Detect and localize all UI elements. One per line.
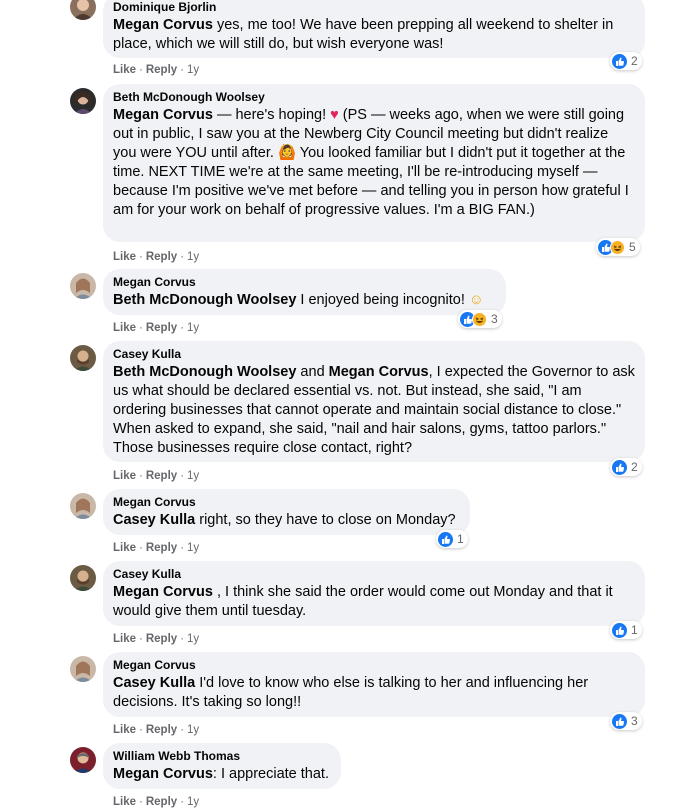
comment-text: Casey Kulla I'd love to know who else is…	[113, 675, 589, 710]
avatar[interactable]	[70, 747, 96, 773]
mention-tag[interactable]: Casey Kulla	[113, 675, 195, 691]
comment-author[interactable]: Dominique Bjorlin	[113, 0, 635, 15]
reply-button[interactable]: Reply	[146, 542, 177, 554]
reaction-count: 3	[491, 312, 498, 326]
comment-timestamp[interactable]: 1y	[187, 796, 199, 808]
comment-actions: Like · Reply · 1y	[113, 251, 200, 263]
reaction-summary[interactable]: 3	[610, 712, 642, 730]
reaction-count: 3	[631, 714, 638, 728]
comment-text: Beth McDonough Woolsey I enjoyed being i…	[113, 292, 484, 308]
avatar[interactable]	[70, 0, 96, 20]
mention-tag[interactable]: Megan Corvus	[113, 107, 213, 123]
comment-timestamp[interactable]: 1y	[187, 724, 199, 736]
reaction-summary[interactable]: 1	[436, 530, 468, 548]
reaction-count: 5	[629, 240, 636, 254]
comment-author[interactable]: Megan Corvus	[113, 275, 496, 290]
comment-actions: Like · Reply · 1y	[113, 322, 200, 334]
comment-bubble: Megan Corvus Casey Kulla I'd love to kno…	[103, 652, 645, 717]
like-button[interactable]: Like	[113, 251, 136, 263]
heart-emoji: ♥	[330, 107, 339, 123]
comment-bubble: Megan Corvus Casey Kulla right, so they …	[103, 489, 470, 535]
mention-tag[interactable]: Megan Corvus	[113, 584, 213, 600]
reply-button[interactable]: Reply	[146, 470, 177, 482]
mention-tag[interactable]: Megan Corvus	[113, 766, 213, 782]
mention-tag[interactable]: Beth McDonough Woolsey	[113, 364, 296, 380]
comment-timestamp[interactable]: 1y	[187, 633, 199, 645]
reply-button[interactable]: Reply	[146, 64, 177, 76]
reply-button[interactable]: Reply	[146, 796, 177, 808]
comment-author[interactable]: Megan Corvus	[113, 495, 460, 510]
comment-actions: Like · Reply · 1y	[113, 64, 200, 76]
like-icon	[612, 459, 627, 475]
smile-emoji: ☺	[468, 292, 484, 308]
comment-author[interactable]: Beth McDonough Woolsey	[113, 90, 635, 105]
like-button[interactable]: Like	[113, 724, 136, 736]
comment-author[interactable]: William Webb Thomas	[113, 749, 331, 764]
comment-bubble: Dominique Bjorlin Megan Corvus yes, me t…	[103, 0, 645, 58]
reaction-summary[interactable]: 2	[610, 458, 642, 476]
comment-actions: Like · Reply · 1y	[113, 470, 200, 482]
like-button[interactable]: Like	[113, 64, 136, 76]
comment-text: Casey Kulla right, so they have to close…	[113, 512, 456, 528]
reply-button[interactable]: Reply	[146, 322, 177, 334]
comment-text: Megan Corvus — here's hoping! ♥ (PS — we…	[113, 107, 629, 218]
comment-actions: Like · Reply · 1y	[113, 633, 200, 645]
like-button[interactable]: Like	[113, 633, 136, 645]
comment-bubble: Casey Kulla Beth McDonough Woolsey and M…	[103, 341, 645, 462]
person-gesturing-emoji: 🙆	[277, 145, 297, 161]
reply-button[interactable]: Reply	[146, 724, 177, 736]
comment-bubble: Beth McDonough Woolsey Megan Corvus — he…	[103, 84, 645, 242]
reaction-summary[interactable]: 1	[610, 621, 642, 639]
comment-timestamp[interactable]: 1y	[187, 64, 199, 76]
comment-author[interactable]: Casey Kulla	[113, 567, 635, 582]
comment-actions: Like · Reply · 1y	[113, 724, 200, 736]
like-icon	[612, 53, 627, 69]
comment-timestamp[interactable]: 1y	[187, 251, 199, 263]
reaction-summary[interactable]: 2	[610, 52, 642, 70]
comment-actions: Like · Reply · 1y	[113, 796, 200, 808]
like-button[interactable]: Like	[113, 322, 136, 334]
comment-timestamp[interactable]: 1y	[187, 542, 199, 554]
comment-actions: Like · Reply · 1y	[113, 542, 200, 554]
haha-icon	[610, 239, 625, 255]
reply-button[interactable]: Reply	[146, 633, 177, 645]
reaction-summary[interactable]: 5	[596, 238, 640, 256]
avatar[interactable]	[70, 88, 96, 114]
reaction-count: 1	[631, 623, 638, 637]
comment-bubble: Megan Corvus Beth McDonough Woolsey I en…	[103, 269, 506, 315]
haha-icon	[472, 311, 487, 327]
comment-text: Beth McDonough Woolsey and Megan Corvus,…	[113, 364, 635, 456]
mention-tag[interactable]: Beth McDonough Woolsey	[113, 292, 296, 308]
avatar[interactable]	[70, 345, 96, 371]
comment-timestamp[interactable]: 1y	[187, 470, 199, 482]
like-button[interactable]: Like	[113, 796, 136, 808]
reaction-count: 2	[631, 54, 638, 68]
comment-bubble: William Webb Thomas Megan Corvus: I appr…	[103, 743, 341, 789]
like-icon	[612, 713, 627, 729]
like-button[interactable]: Like	[113, 470, 136, 482]
avatar[interactable]	[70, 565, 96, 591]
comment-text: Megan Corvus: I appreciate that.	[113, 766, 329, 782]
reaction-count: 2	[631, 460, 638, 474]
comment-author[interactable]: Megan Corvus	[113, 658, 635, 673]
avatar[interactable]	[70, 493, 96, 519]
comment-bubble: Casey Kulla Megan Corvus , I think she s…	[103, 561, 645, 626]
avatar[interactable]	[70, 273, 96, 299]
comment-author[interactable]: Casey Kulla	[113, 347, 635, 362]
mention-tag[interactable]: Megan Corvus	[329, 364, 429, 380]
reaction-summary[interactable]: 3	[458, 310, 502, 328]
mention-tag[interactable]: Megan Corvus	[113, 17, 213, 33]
like-icon	[612, 622, 627, 638]
mention-tag[interactable]: Casey Kulla	[113, 512, 195, 528]
avatar[interactable]	[70, 656, 96, 682]
reply-button[interactable]: Reply	[146, 251, 177, 263]
like-icon	[438, 531, 453, 547]
reaction-count: 1	[457, 532, 464, 546]
comment-timestamp[interactable]: 1y	[187, 322, 199, 334]
comment-text: Megan Corvus yes, me too! We have been p…	[113, 17, 614, 52]
comment-text: Megan Corvus , I think she said the orde…	[113, 584, 613, 619]
like-button[interactable]: Like	[113, 542, 136, 554]
